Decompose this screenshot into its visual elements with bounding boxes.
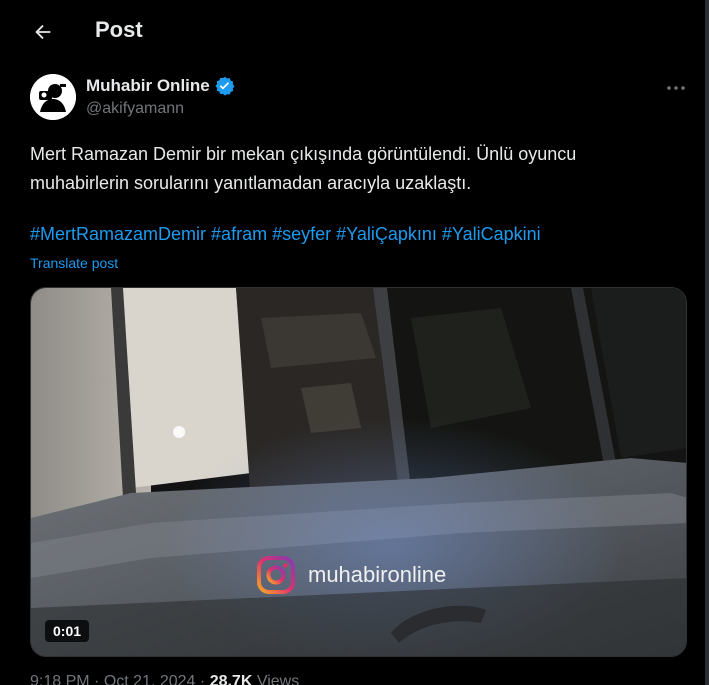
views-label: Views: [256, 673, 300, 685]
hashtag-link[interactable]: #seyfer: [272, 224, 331, 244]
verified-badge-icon: [215, 76, 235, 96]
instagram-icon: [257, 556, 295, 594]
meta-separator: ·: [199, 673, 210, 685]
back-button[interactable]: [25, 14, 61, 50]
hashtag-link[interactable]: #afram: [211, 224, 267, 244]
post-meta: 9:18 PM · Oct 21, 2024 · 28.7K Views: [30, 673, 299, 685]
hashtag-link[interactable]: #MertRamazamDemir: [30, 224, 206, 244]
more-options-button[interactable]: [664, 78, 688, 98]
avatar[interactable]: [30, 74, 76, 120]
post-date[interactable]: Oct 21, 2024: [104, 673, 196, 685]
views-count: 28.7K: [209, 673, 253, 685]
post-time[interactable]: 9:18 PM: [30, 673, 90, 685]
hashtag-list: #MertRamazamDemir #afram #seyfer #YaliÇa…: [30, 224, 541, 245]
video-player[interactable]: [30, 287, 687, 657]
ellipsis-icon: [667, 86, 685, 90]
video-frame-car-door: [31, 288, 686, 656]
watermark-text: muhabironline: [308, 562, 447, 587]
window-border: [705, 0, 709, 685]
post-header: Post: [0, 0, 705, 62]
author-name[interactable]: Muhabir Online: [86, 76, 210, 96]
author-info: Muhabir Online @akifyamann: [86, 76, 235, 118]
arrow-left-icon: [35, 24, 51, 40]
meta-separator: ·: [94, 673, 104, 685]
page-title: Post: [95, 17, 143, 42]
post-text: Mert Ramazan Demir bir mekan çıkışında g…: [30, 144, 577, 193]
hashtag-link[interactable]: #YaliÇapkını: [336, 224, 437, 244]
post-page: Post Muhabir Online @akifyamann Mert Ram…: [0, 0, 709, 685]
watermark: muhabironline: [256, 555, 446, 595]
camera-person-logo-icon: [30, 74, 76, 120]
video-duration-badge: 0:01: [45, 620, 90, 642]
hashtag-link[interactable]: #YaliCapkini: [442, 224, 541, 244]
author-handle[interactable]: @akifyamann: [86, 100, 235, 118]
translate-post-link[interactable]: Translate post: [30, 255, 118, 271]
